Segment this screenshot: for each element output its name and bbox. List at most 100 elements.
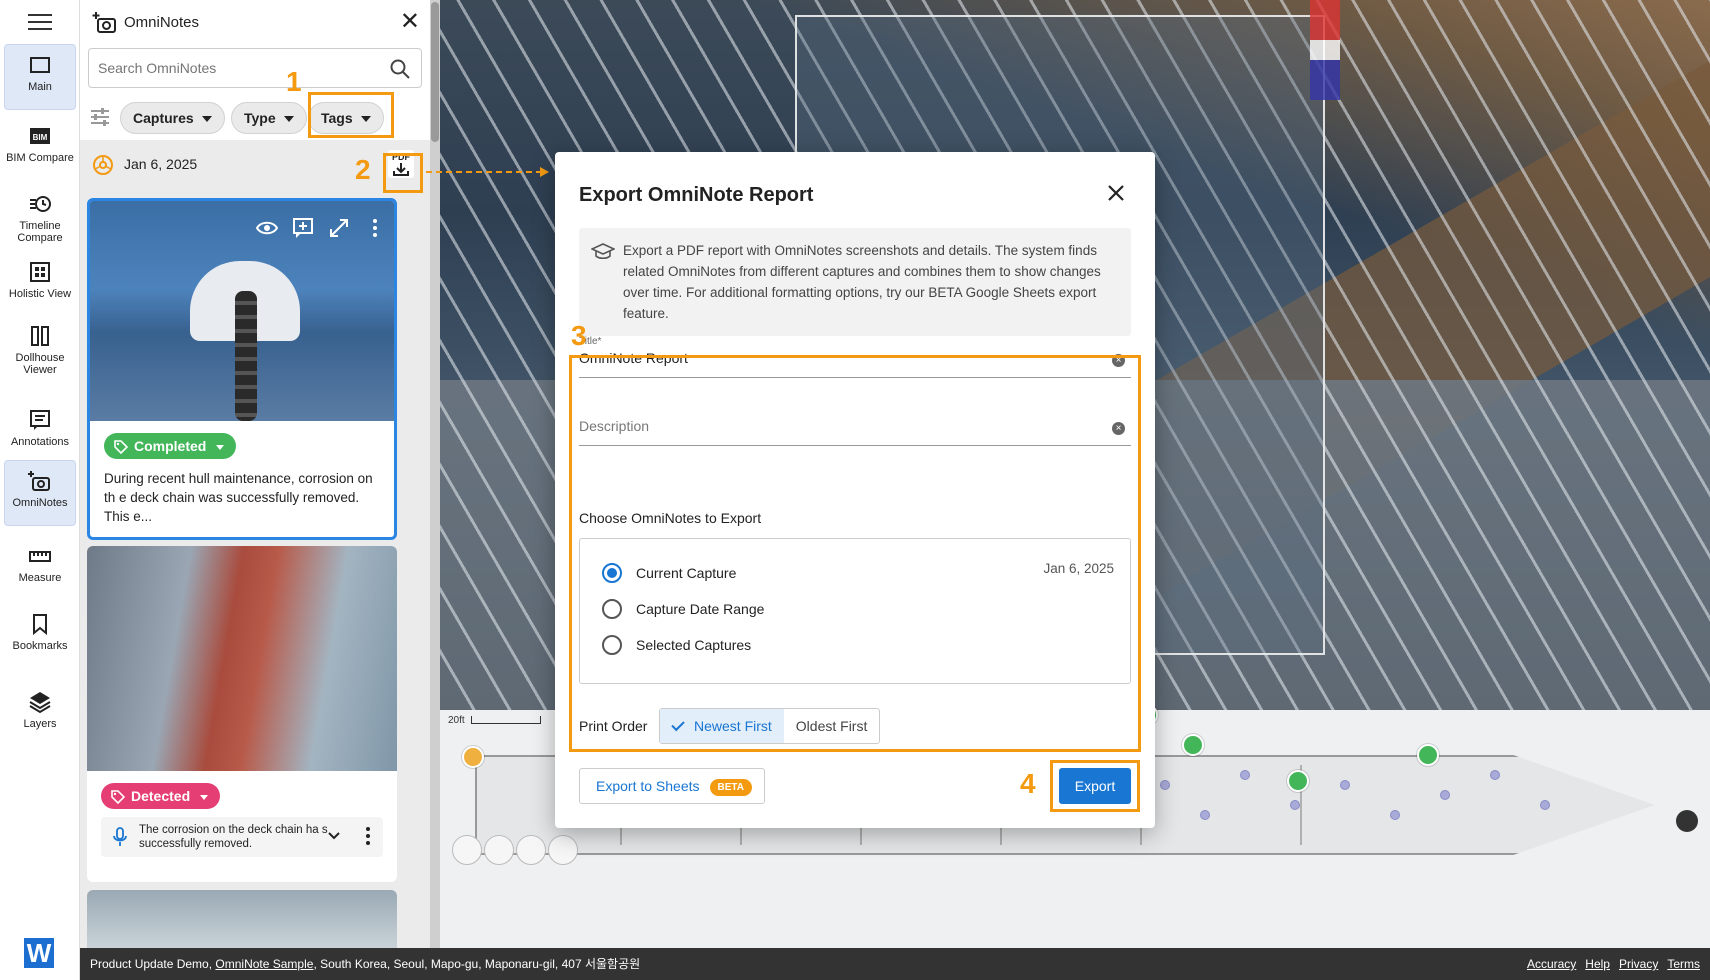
- captures-filter[interactable]: Captures: [120, 102, 225, 134]
- camera-note-icon: [28, 471, 50, 491]
- panel-scrollbar[interactable]: [430, 0, 440, 948]
- footer-prefix: Product Update Demo,: [90, 957, 216, 971]
- note-description: During recent hull maintenance, corrosio…: [104, 471, 373, 524]
- layers-icon: [29, 692, 51, 714]
- note-photo: [90, 201, 394, 421]
- search-icon[interactable]: [389, 58, 411, 80]
- omninotes-panel: OmniNotes ✕ Captures Type Tags Jan 6, 20…: [80, 0, 430, 948]
- rail-item-main[interactable]: Main: [4, 44, 76, 110]
- eye-icon[interactable]: [255, 217, 279, 239]
- rail-item-label: Bookmarks: [12, 640, 68, 652]
- export-to-sheets-button[interactable]: Export to Sheets BETA: [579, 768, 765, 804]
- step-number: 3: [571, 320, 587, 351]
- caret-down-icon: [283, 116, 294, 123]
- panel-header: OmniNotes ✕: [80, 0, 430, 46]
- rail-item-dollhouse-viewer[interactable]: Dollhouse Viewer: [4, 316, 76, 376]
- rail-item-label: Timeline Compare: [17, 220, 63, 244]
- info-box: Export a PDF report with OmniNotes scree…: [579, 228, 1131, 336]
- info-text: Export a PDF report with OmniNotes scree…: [623, 243, 1101, 321]
- rail-item-bim-compare[interactable]: BIM BIM Compare: [4, 116, 76, 174]
- rail-item-label: Main: [28, 81, 52, 93]
- rail-item-label: Dollhouse Viewer: [15, 352, 65, 376]
- capture-point[interactable]: [1160, 780, 1170, 790]
- note-marker[interactable]: [462, 746, 484, 768]
- footer-links: Accuracy Help Privacy Terms: [1527, 948, 1700, 980]
- step-number: 1: [286, 66, 302, 97]
- location-pin-icon[interactable]: [1676, 810, 1698, 832]
- step-number: 2: [355, 154, 371, 185]
- avatar[interactable]: [484, 835, 514, 865]
- capture-point[interactable]: [1440, 790, 1450, 800]
- note-marker[interactable]: [1417, 744, 1439, 766]
- chevron-down-icon[interactable]: [325, 827, 343, 845]
- rail-item-annotations[interactable]: Annotations: [4, 400, 76, 450]
- rail-item-bookmarks[interactable]: Bookmarks: [4, 604, 76, 654]
- capture-date-row: Jan 6, 2025 PDF: [80, 146, 430, 182]
- expand-icon[interactable]: [328, 217, 350, 239]
- avatar[interactable]: [516, 835, 546, 865]
- note-photo: [87, 546, 397, 771]
- footer-link-help[interactable]: Help: [1585, 948, 1610, 980]
- rail-item-measure[interactable]: Measure: [4, 536, 76, 586]
- footer-link-terms[interactable]: Terms: [1667, 948, 1700, 980]
- rail-item-label: Measure: [18, 572, 62, 584]
- beta-badge: BETA: [709, 779, 752, 796]
- footer-link[interactable]: OmniNote Sample: [215, 957, 313, 971]
- tag-icon: [114, 440, 128, 454]
- caret-down-icon: [200, 794, 209, 800]
- left-rail: Main BIM BIM Compare Timeline Compare Ho…: [0, 0, 80, 980]
- arrow-head-icon: [540, 167, 549, 177]
- tune-icon[interactable]: [89, 106, 111, 128]
- grid-icon: [30, 262, 50, 282]
- capture-point[interactable]: [1490, 770, 1500, 780]
- close-icon[interactable]: [1105, 182, 1127, 204]
- step-highlight-tags: [308, 92, 394, 138]
- capture-point[interactable]: [1340, 780, 1350, 790]
- footer-link-accuracy[interactable]: Accuracy: [1527, 948, 1576, 980]
- rail-item-holistic-view[interactable]: Holistic View: [4, 252, 76, 302]
- note-marker[interactable]: [1182, 734, 1204, 756]
- card-actions: [255, 217, 386, 239]
- rail-item-timeline-compare[interactable]: Timeline Compare: [4, 184, 76, 244]
- chain-shape: [235, 291, 257, 421]
- graduation-cap-icon: [591, 243, 615, 260]
- bim-icon: BIM: [30, 128, 50, 144]
- step-highlight-pdf: [383, 153, 423, 193]
- chip-label: Type: [244, 110, 276, 126]
- scrollbar-thumb[interactable]: [431, 2, 439, 142]
- rail-item-label: Annotations: [10, 436, 70, 448]
- omninote-card[interactable]: [87, 890, 397, 948]
- avatar[interactable]: [452, 835, 482, 865]
- capture-point[interactable]: [1240, 770, 1250, 780]
- tag-completed[interactable]: Completed: [104, 433, 237, 459]
- mic-icon[interactable]: [111, 827, 129, 847]
- capture-point[interactable]: [1390, 810, 1400, 820]
- rail-item-omninotes[interactable]: OmniNotes: [4, 460, 76, 526]
- rail-item-layers[interactable]: Layers: [4, 682, 76, 732]
- status-footer: Product Update Demo, OmniNote Sample, So…: [80, 948, 1710, 980]
- capture-point[interactable]: [1290, 800, 1300, 810]
- omninote-card[interactable]: Detected The corrosion on the deck chain…: [87, 546, 397, 882]
- capture-point[interactable]: [1200, 810, 1210, 820]
- note-marker[interactable]: [1287, 770, 1309, 792]
- more-vert-icon[interactable]: [364, 217, 386, 239]
- capture-point[interactable]: [1540, 800, 1550, 810]
- omninote-card[interactable]: Completed During recent hull maintenance…: [87, 198, 397, 540]
- close-icon[interactable]: ✕: [400, 10, 420, 34]
- tag-row: Detected: [87, 771, 397, 809]
- tag-label: Detected: [131, 788, 191, 804]
- tag-detected[interactable]: Detected: [101, 783, 221, 809]
- capture-date: Jan 6, 2025: [124, 156, 198, 172]
- avatar[interactable]: [548, 835, 578, 865]
- add-comment-icon[interactable]: [292, 217, 314, 239]
- rail-item-label: OmniNotes: [12, 497, 68, 509]
- panel-title: OmniNotes: [124, 14, 200, 31]
- footer-link-privacy[interactable]: Privacy: [1619, 948, 1658, 980]
- more-vert-icon[interactable]: [365, 826, 371, 846]
- omninotes-icon: [92, 12, 116, 33]
- menu-icon[interactable]: [28, 14, 52, 32]
- callout-arrow: [426, 171, 542, 173]
- caret-down-icon: [216, 444, 225, 450]
- type-filter[interactable]: Type: [231, 102, 307, 134]
- search-input[interactable]: [98, 60, 378, 76]
